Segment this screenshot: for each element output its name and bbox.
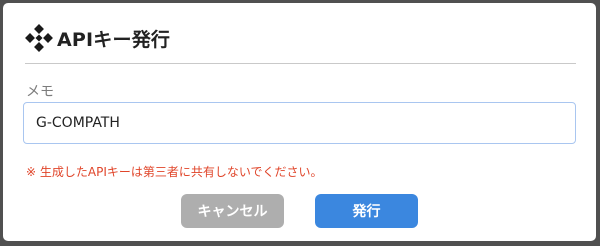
- dialog-header: APIキー発行: [25, 23, 170, 53]
- diamond-logo-icon: [25, 24, 53, 52]
- memo-input[interactable]: [23, 102, 576, 144]
- dialog-title: APIキー発行: [57, 28, 171, 51]
- header-divider: [25, 63, 576, 64]
- memo-label: メモ: [26, 84, 54, 100]
- issue-button[interactable]: 発行: [315, 194, 418, 228]
- cancel-button[interactable]: キャンセル: [181, 194, 284, 228]
- api-key-dialog: APIキー発行 メモ ※ 生成したAPIキーは第三者に共有しないでください。 キ…: [3, 3, 596, 241]
- security-notice: ※ 生成したAPIキーは第三者に共有しないでください。: [26, 165, 323, 179]
